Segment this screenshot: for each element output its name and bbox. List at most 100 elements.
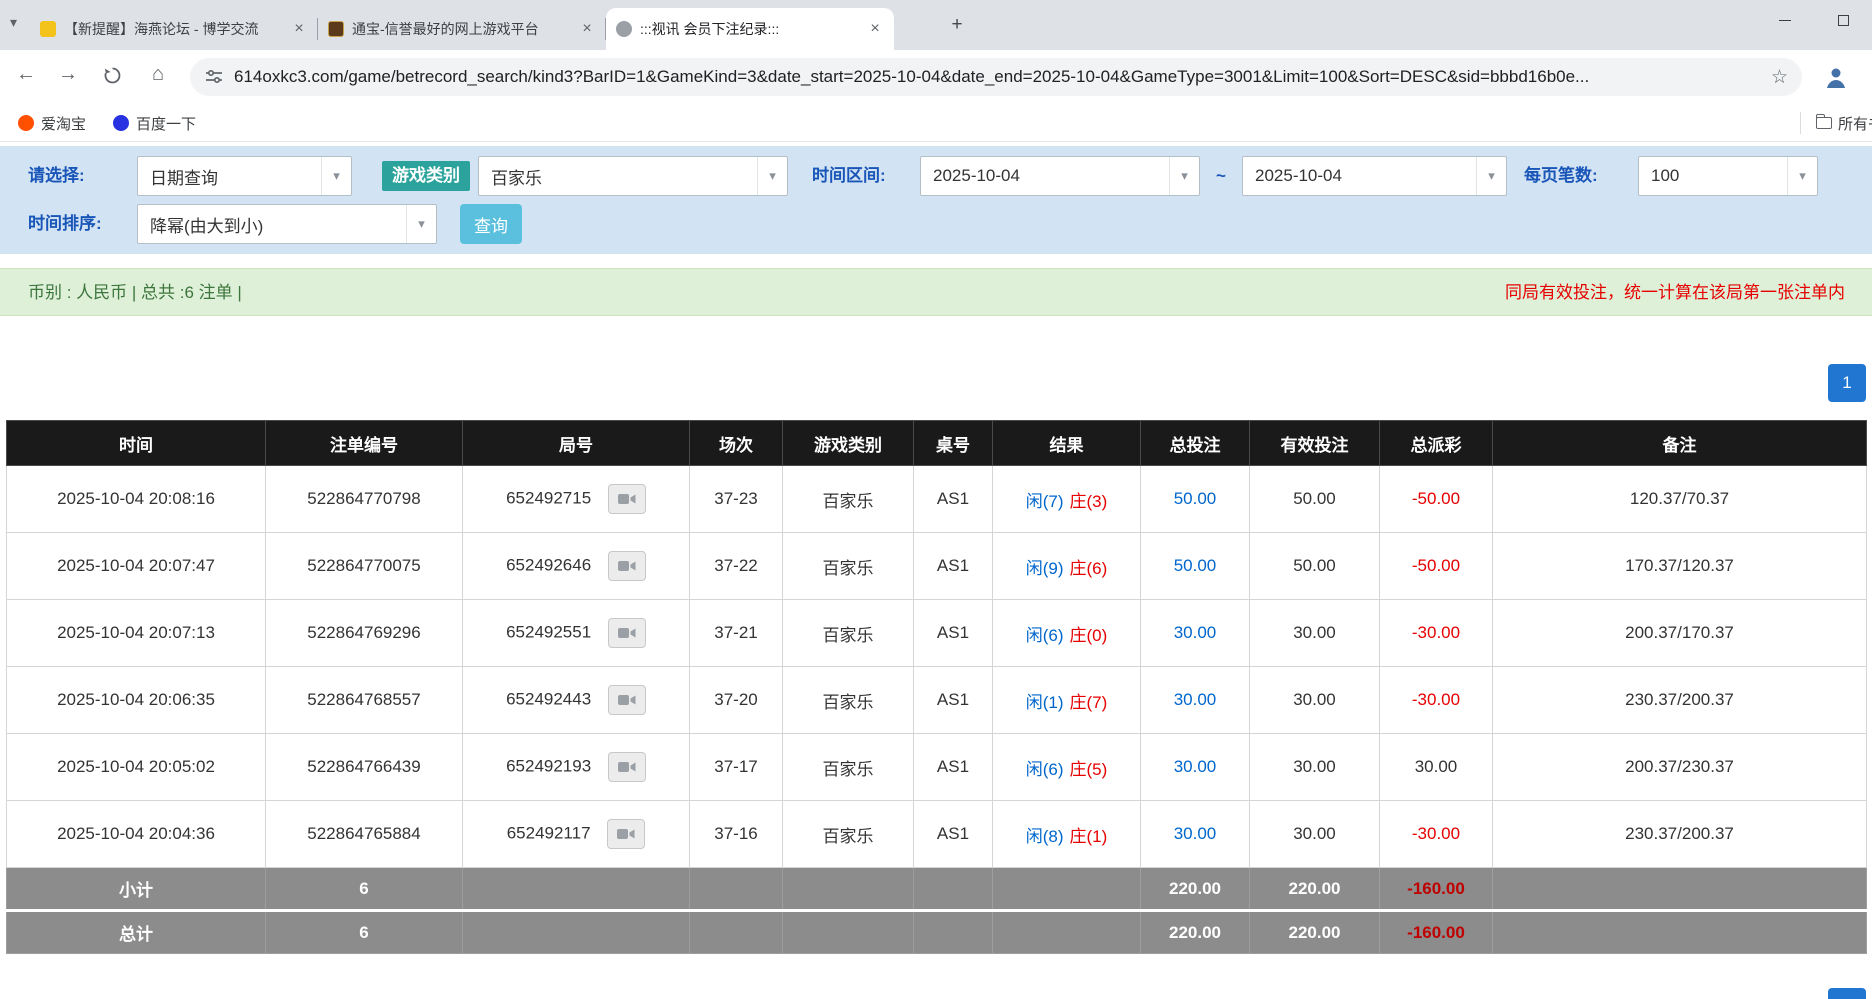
result-banker: 庄(1) [1070, 827, 1108, 846]
cell-total-bet: 30.00 [1141, 600, 1250, 667]
result-player: 闲(8) [1026, 827, 1064, 846]
cell-game-kind: 百家乐 [783, 801, 914, 868]
col-header-table-no: 桌号 [914, 421, 993, 466]
cell-payout: -50.00 [1380, 533, 1493, 600]
cell-note: 170.37/120.37 [1493, 533, 1867, 600]
chevron-down-icon: ▾ [1476, 157, 1506, 195]
total-bet-link[interactable]: 30.00 [1174, 757, 1217, 776]
cell-bet-id: 522864765884 [266, 801, 463, 868]
home-button[interactable]: ⌂ [144, 63, 172, 86]
col-header-payout: 总派彩 [1380, 421, 1493, 466]
close-icon[interactable]: × [578, 20, 596, 38]
total-bet-link[interactable]: 30.00 [1174, 690, 1217, 709]
tab-forum[interactable]: 【新提醒】海燕论坛 - 博学交流 × [30, 8, 318, 50]
search-button[interactable]: 查询 [460, 204, 522, 244]
total-bet-link[interactable]: 50.00 [1174, 489, 1217, 508]
navigation-bar: ← → ⌂ 614oxkc3.com/game/betrecord_search… [0, 50, 1872, 104]
cell-round: 652492715 [463, 466, 690, 533]
total-bet-link[interactable]: 30.00 [1174, 623, 1217, 642]
col-header-time: 时间 [7, 421, 266, 466]
tab-tongbao[interactable]: 通宝-信誉最好的网上游戏平台 × [318, 8, 606, 50]
tab-bar: ▾ 【新提醒】海燕论坛 - 博学交流 × 通宝-信誉最好的网上游戏平台 × ::… [0, 0, 1872, 50]
query-type-dropdown[interactable]: 日期查询 ▾ [137, 156, 352, 196]
replay-button[interactable] [608, 484, 646, 514]
pagination-page-1-button[interactable]: 1 [1828, 364, 1866, 402]
select-label: 请选择: [28, 156, 85, 196]
restore-button[interactable] [1814, 0, 1872, 40]
sort-dropdown[interactable]: 降幂(由大到小) ▾ [137, 204, 437, 244]
cell-session: 37-22 [690, 533, 783, 600]
reload-button[interactable] [98, 66, 126, 91]
replay-button[interactable] [608, 685, 646, 715]
reload-icon [103, 66, 122, 85]
total-bet-link[interactable]: 30.00 [1174, 824, 1217, 843]
per-page-label: 每页笔数: [1524, 156, 1598, 196]
total-valid-bet: 220.00 [1250, 911, 1380, 954]
tab-title: 【新提醒】海燕论坛 - 博学交流 [64, 19, 282, 39]
replay-button[interactable] [608, 551, 646, 581]
col-header-result: 结果 [993, 421, 1141, 466]
cell-payout: -50.00 [1380, 466, 1493, 533]
cell-session: 37-23 [690, 466, 783, 533]
subtotal-valid-bet: 220.00 [1250, 868, 1380, 911]
subtotal-count: 6 [266, 868, 463, 911]
cell-note: 200.37/170.37 [1493, 600, 1867, 667]
cell-valid-bet: 50.00 [1250, 466, 1380, 533]
subtotal-row: 小计 6 220.00 220.00 -160.00 [7, 868, 1867, 911]
bookmark-taobao[interactable]: 爱淘宝 [18, 104, 86, 142]
result-player: 闲(6) [1026, 626, 1064, 645]
cell-result: 闲(1)庄(7) [993, 667, 1141, 734]
bookmarks-divider [1800, 112, 1801, 134]
round-number: 652492646 [506, 555, 591, 574]
new-tab-button[interactable]: + [945, 14, 969, 38]
site-settings-icon[interactable] [204, 67, 224, 87]
tab-search-chevron-icon[interactable]: ▾ [10, 14, 17, 31]
date-start-dropdown[interactable]: 2025-10-04 ▾ [920, 156, 1200, 196]
game-kind-label: 游戏类别 [382, 161, 470, 191]
total-bet-link[interactable]: 50.00 [1174, 556, 1217, 575]
chevron-down-icon: ▾ [406, 205, 436, 243]
replay-button[interactable] [608, 618, 646, 648]
tab-bet-records-active[interactable]: :::视讯 会员下注纪录::: × [606, 8, 894, 50]
forward-button[interactable]: → [54, 63, 82, 86]
cell-time: 2025-10-04 20:07:13 [7, 600, 266, 667]
result-banker: 庄(3) [1070, 492, 1108, 511]
tongbao-favicon-icon [328, 21, 344, 37]
cell-total-bet: 50.00 [1141, 533, 1250, 600]
cell-valid-bet: 30.00 [1250, 667, 1380, 734]
profile-icon[interactable] [1822, 63, 1850, 91]
pagination-bottom-partial-button[interactable] [1828, 988, 1866, 999]
col-header-total-bet: 总投注 [1141, 421, 1250, 466]
bookmark-star-icon[interactable]: ☆ [1771, 66, 1788, 89]
video-favicon-icon [616, 21, 632, 37]
close-icon[interactable]: × [290, 20, 308, 38]
all-bookmarks-label: 所有书签 [1838, 113, 1872, 134]
game-kind-dropdown[interactable]: 百家乐 ▾ [478, 156, 788, 196]
cell-table-no: AS1 [914, 600, 993, 667]
table-row: 2025-10-04 20:06:35 522864768557 6524924… [7, 667, 1867, 734]
table-row: 2025-10-04 20:07:13 522864769296 6524925… [7, 600, 1867, 667]
minimize-button[interactable] [1756, 0, 1814, 40]
window-controls [1756, 0, 1872, 40]
bookmark-baidu[interactable]: 百度一下 [113, 104, 196, 142]
video-icon [618, 626, 636, 640]
cell-total-bet: 50.00 [1141, 466, 1250, 533]
cell-note: 230.37/200.37 [1493, 801, 1867, 868]
folder-icon [1816, 117, 1832, 129]
replay-button[interactable] [607, 819, 645, 849]
url-text[interactable]: 614oxkc3.com/game/betrecord_search/kind3… [234, 67, 1761, 87]
close-icon[interactable]: × [866, 20, 884, 38]
replay-button[interactable] [608, 752, 646, 782]
sort-value: 降幂(由大到小) [138, 212, 406, 237]
all-bookmarks-button[interactable]: 所有书签 [1816, 104, 1872, 142]
cell-result: 闲(9)庄(6) [993, 533, 1141, 600]
filter-panel: 请选择: 日期查询 ▾ 游戏类别 百家乐 ▾ 时间区间: 2025-10-04 … [0, 146, 1872, 254]
back-button[interactable]: ← [12, 63, 40, 86]
baidu-icon [113, 115, 129, 131]
date-end-dropdown[interactable]: 2025-10-04 ▾ [1242, 156, 1507, 196]
url-bar[interactable]: 614oxkc3.com/game/betrecord_search/kind3… [190, 58, 1802, 96]
per-page-dropdown[interactable]: 100 ▾ [1638, 156, 1818, 196]
cell-game-kind: 百家乐 [783, 466, 914, 533]
bookmark-label: 爱淘宝 [41, 113, 86, 134]
round-number: 652492443 [506, 689, 591, 708]
